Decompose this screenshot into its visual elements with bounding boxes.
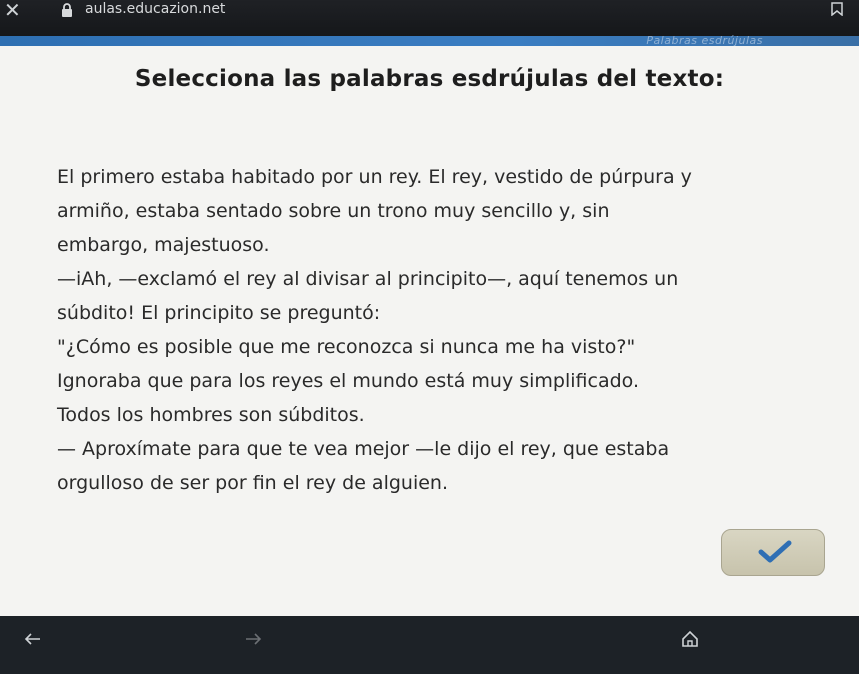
check-answer-button[interactable] [721,529,825,576]
passage-line[interactable]: embargo, majestuoso. [57,228,817,262]
forward-arrow-icon[interactable] [244,632,262,646]
url-text[interactable]: aulas.educazion.net [85,1,225,17]
header-ghost-text: Palabras esdrújulas [646,34,763,47]
system-nav-bar [0,616,859,674]
back-arrow-icon[interactable] [24,632,42,646]
close-tab-icon[interactable]: ✕ [4,0,21,20]
passage-line[interactable]: El primero estaba habitado por un rey. E… [57,160,817,194]
home-icon[interactable] [681,630,699,648]
exercise-page: Palabras esdrújulas Selecciona las palab… [0,34,859,616]
passage-line[interactable]: "¿Cómo es posible que me reconozca si nu… [57,330,817,364]
checkmark-icon [758,540,792,563]
screen: ✕ aulas.educazion.net Palabras esdrújula… [0,0,859,674]
header-strip: Palabras esdrújulas [0,34,859,47]
passage-line[interactable]: Ignoraba que para los reyes el mundo est… [57,364,817,398]
lock-icon [62,3,72,17]
bookmark-icon[interactable] [831,2,843,16]
passage-line[interactable]: — Aproxímate para que te vea mejor —le d… [57,432,817,466]
browser-url-bar: ✕ aulas.educazion.net [0,0,859,36]
page-title: Selecciona las palabras esdrújulas del t… [134,66,725,92]
passage-line[interactable]: Todos los hombres son súbditos. [57,398,817,432]
passage-line[interactable]: súbdito! El principito se preguntó: [57,296,817,330]
passage-line[interactable]: armiño, estaba sentado sobre un trono mu… [57,194,817,228]
passage-text: El primero estaba habitado por un rey. E… [57,160,817,500]
passage-line[interactable]: —iAh, —exclamó el rey al divisar al prin… [57,262,817,296]
passage-line[interactable]: orgulloso de ser por fin el rey de algui… [57,466,817,500]
